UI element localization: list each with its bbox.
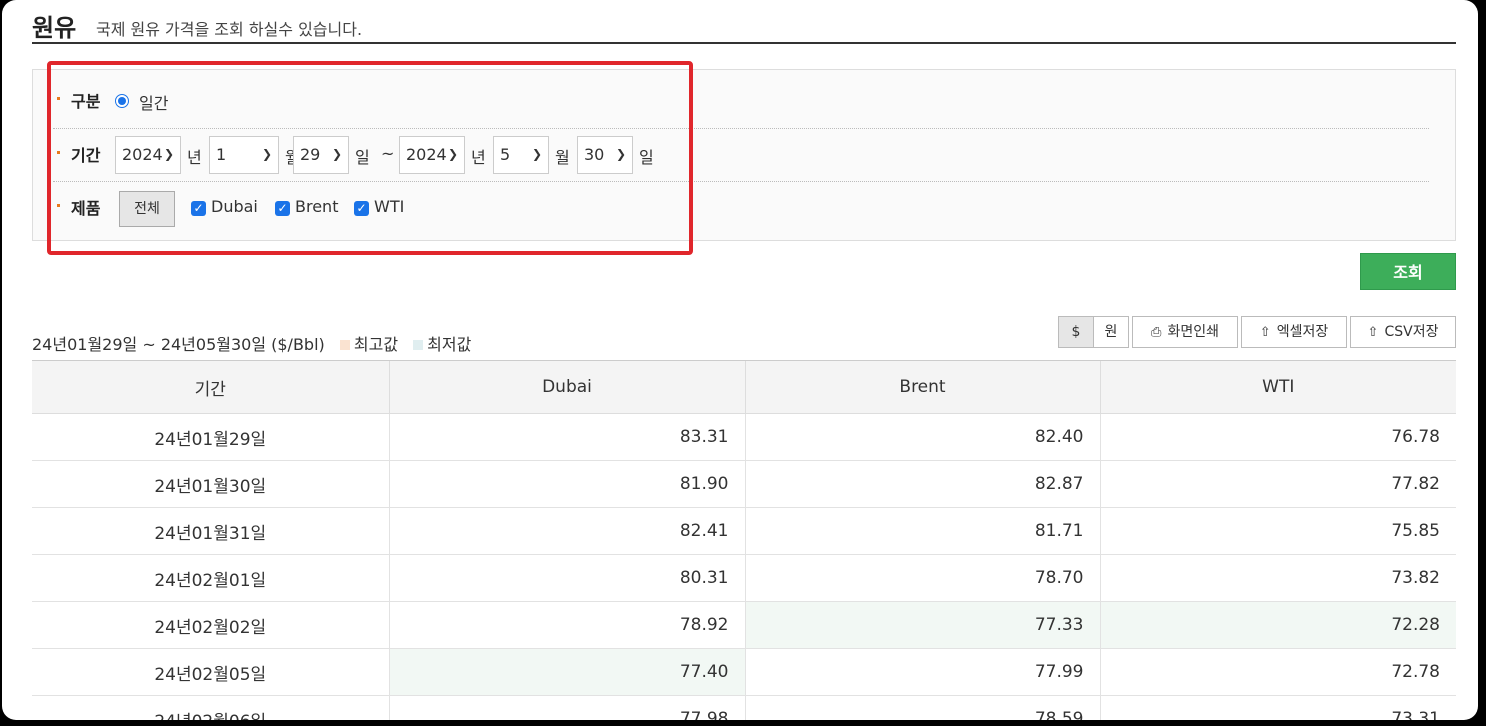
wti-cell: 77.82 bbox=[1099, 460, 1456, 508]
print-button-label: 화면인쇄 bbox=[1167, 324, 1219, 340]
date-cell: 24년01월29일 bbox=[32, 413, 389, 461]
won-toggle-button[interactable]: 원 bbox=[1093, 316, 1129, 348]
page-subtitle: 국제 원유 가격을 조회 하실수 있습니다. bbox=[96, 20, 363, 39]
date-cell: 24년02월01일 bbox=[32, 554, 389, 602]
dubai-cell: 81.90 bbox=[388, 460, 745, 508]
printer-icon: ⎙ bbox=[1151, 325, 1162, 340]
query-button[interactable]: 조회 bbox=[1360, 253, 1456, 290]
dubai-cell: 83.31 bbox=[388, 413, 745, 461]
highlight-box bbox=[47, 61, 693, 255]
page-header: 원유 국제 원유 가격을 조회 하실수 있습니다. bbox=[32, 4, 1456, 44]
date-cell: 24년02월05일 bbox=[32, 648, 389, 696]
upload-file-icon: ⇧ bbox=[1367, 325, 1379, 340]
table-row: 24년02월01일 80.31 78.70 73.82 bbox=[32, 554, 1456, 602]
wti-cell: 72.78 bbox=[1099, 648, 1456, 696]
legend-low-swatch bbox=[413, 339, 424, 350]
brent-cell: 82.87 bbox=[744, 460, 1100, 508]
excel-save-label: 엑셀저장 bbox=[1276, 324, 1329, 340]
date-cell: 24년01월31일 bbox=[32, 507, 389, 555]
legend-high-label: 최고값 bbox=[353, 335, 399, 354]
legend-low-label: 최저값 bbox=[427, 335, 472, 354]
page-title: 원유 bbox=[32, 14, 77, 42]
column-header-dubai: Dubai bbox=[388, 360, 745, 414]
dubai-cell: 82.41 bbox=[388, 507, 745, 555]
upload-file-icon: ⇧ bbox=[1259, 325, 1271, 340]
brent-cell: 78.59 bbox=[744, 695, 1100, 720]
excel-save-button[interactable]: ⇧ 엑셀저장 bbox=[1241, 316, 1347, 348]
csv-save-button[interactable]: ⇧ CSV저장 bbox=[1350, 316, 1456, 348]
print-button[interactable]: ⎙ 화면인쇄 bbox=[1132, 316, 1238, 348]
date-cell: 24년02월06일 bbox=[32, 695, 389, 720]
wti-cell: 75.85 bbox=[1099, 507, 1456, 555]
wti-cell: 73.82 bbox=[1099, 554, 1456, 602]
table-row: 24년01월29일 83.31 82.40 76.78 bbox=[32, 413, 1456, 461]
table-row: 24년02월06일 77.98 78.59 73.31 bbox=[32, 695, 1456, 720]
dubai-cell: 80.31 bbox=[388, 554, 745, 602]
brent-cell: 77.99 bbox=[744, 648, 1100, 696]
wti-cell: 73.31 bbox=[1099, 695, 1456, 720]
range-info: 24년01월29일 ~ 24년05월30일 ($/Bbl) 최고값 최저값 bbox=[32, 331, 471, 355]
brent-cell: 81.71 bbox=[744, 507, 1100, 555]
table-row: 24년02월05일 77.40 77.99 72.78 bbox=[32, 648, 1456, 696]
date-cell: 24년01월30일 bbox=[32, 460, 389, 508]
legend-high-swatch bbox=[339, 339, 350, 350]
wti-cell: 72.28 bbox=[1099, 601, 1456, 649]
column-header-wti: WTI bbox=[1099, 360, 1456, 414]
column-header-period: 기간 bbox=[32, 360, 389, 414]
price-table: 기간 Dubai Brent WTI 24년01월29일 83.31 82.40… bbox=[32, 360, 1456, 720]
dubai-cell: 77.40 bbox=[388, 648, 745, 696]
brent-cell: 82.40 bbox=[744, 413, 1100, 461]
table-row: 24년01월30일 81.90 82.87 77.82 bbox=[32, 460, 1456, 508]
dubai-cell: 78.92 bbox=[388, 601, 745, 649]
brent-cell: 77.33 bbox=[744, 601, 1100, 649]
column-header-brent: Brent bbox=[744, 360, 1100, 414]
wti-cell: 76.78 bbox=[1099, 413, 1456, 461]
date-cell: 24년02월02일 bbox=[32, 601, 389, 649]
dubai-cell: 77.98 bbox=[388, 695, 745, 720]
table-row: 24년01월31일 82.41 81.71 75.85 bbox=[32, 507, 1456, 555]
brent-cell: 78.70 bbox=[744, 554, 1100, 602]
dollar-toggle-button[interactable]: $ bbox=[1058, 316, 1094, 348]
table-header-row: 기간 Dubai Brent WTI bbox=[32, 360, 1456, 414]
table-row: 24년02월02일 78.92 77.33 72.28 bbox=[32, 601, 1456, 649]
csv-save-label: CSV저장 bbox=[1384, 324, 1439, 340]
range-text: 24년01월29일 ~ 24년05월30일 ($/Bbl) bbox=[32, 335, 325, 354]
